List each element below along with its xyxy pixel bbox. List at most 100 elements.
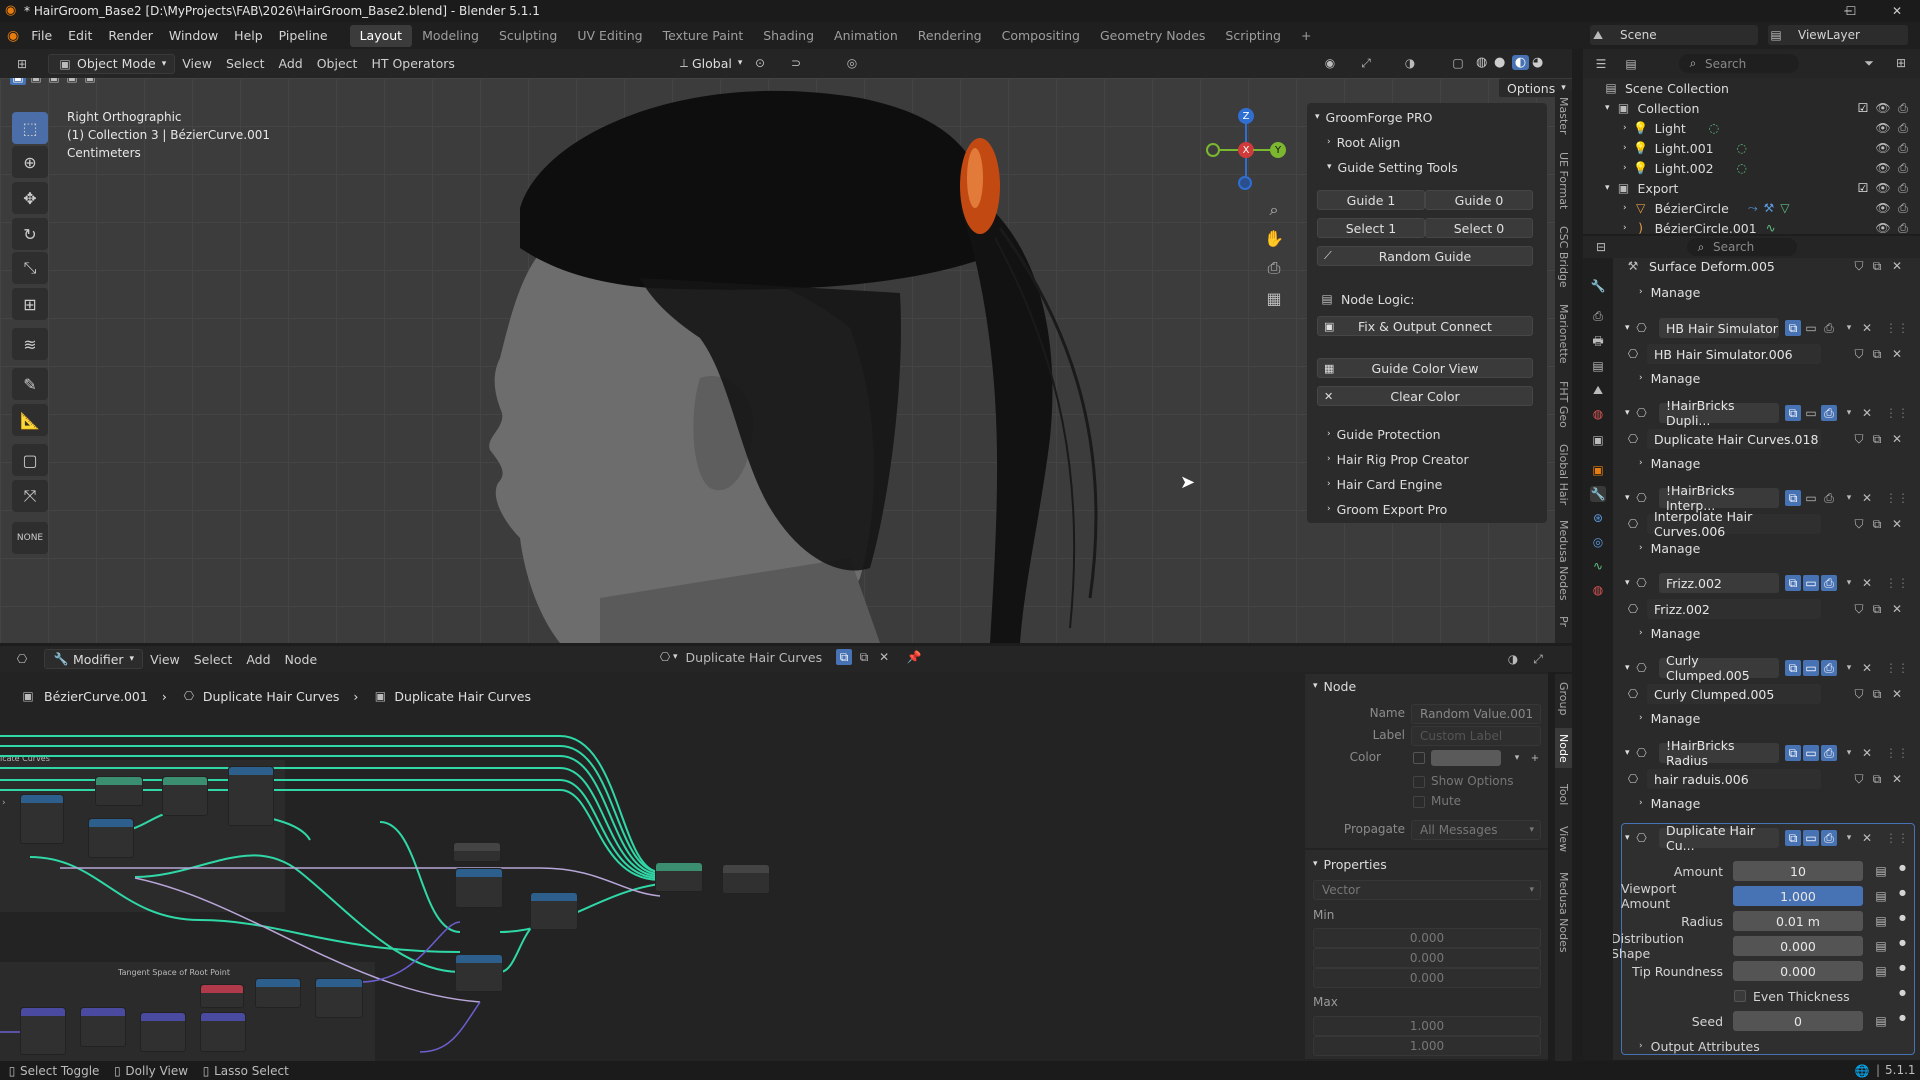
pan-hand-icon[interactable]: ✋: [1264, 229, 1284, 248]
menu-help[interactable]: Help: [226, 22, 271, 49]
render-icon[interactable]: ⎙: [1821, 575, 1837, 591]
unlink-x-icon[interactable]: ✕: [876, 649, 892, 665]
close-icon[interactable]: ✕: [1859, 405, 1875, 421]
node-name-field[interactable]: Random Value.001: [1411, 704, 1541, 724]
max-y-field[interactable]: 1.000: [1313, 1036, 1541, 1056]
tab-pr[interactable]: Pr: [1555, 610, 1572, 632]
attribute-toggle-icon[interactable]: ▤: [1873, 888, 1889, 904]
editor-type-icon[interactable]: ⊞: [14, 56, 30, 72]
node-group-input[interactable]: [453, 842, 501, 862]
modifier-name-field[interactable]: !HairBricks Radius: [1659, 738, 1779, 768]
node-set-position-2[interactable]: [455, 954, 503, 992]
copy-icon[interactable]: ⧉: [1869, 516, 1885, 532]
tab-sculpting[interactable]: Sculpting: [489, 25, 567, 47]
shield-icon[interactable]: ⛉: [1851, 516, 1867, 532]
edit-mode-icon[interactable]: ⧉: [1785, 830, 1801, 846]
close-icon[interactable]: ✕: [1889, 258, 1905, 274]
render-camera-icon[interactable]: ⎙: [1895, 120, 1911, 136]
eye-icon[interactable]: 👁: [1875, 120, 1891, 136]
tab-ue-format[interactable]: UE Format: [1555, 148, 1572, 214]
random-guide-button[interactable]: ⟋ Random Guide: [1317, 246, 1533, 266]
gizmo-y-axis[interactable]: Y: [1270, 142, 1286, 158]
hair-card-engine-section[interactable]: › Hair Card Engine: [1307, 474, 1547, 494]
viewport-display-icon[interactable]: ▭: [1803, 745, 1819, 761]
outliner-row-beziercircle[interactable]: › ▽ BézierCircle ⤳ ⚒ ▽ 👁 ⎙: [1583, 198, 1920, 218]
select-invert-icon[interactable]: ▣: [64, 78, 80, 85]
manage-section[interactable]: › Manage: [1639, 793, 1700, 813]
scene-selector[interactable]: ⛰ Scene: [1590, 25, 1758, 45]
param-radius-field[interactable]: 0.01 m: [1733, 911, 1863, 931]
edit-mode-icon[interactable]: ⧉: [1785, 660, 1801, 676]
select-extend-icon[interactable]: ▣: [28, 78, 44, 85]
drag-handle-icon[interactable]: ⋮⋮: [1885, 745, 1909, 761]
tab-marionette[interactable]: Marionette: [1555, 300, 1572, 368]
attribute-toggle-icon[interactable]: ▤: [1873, 863, 1889, 879]
guide-setting-tools-section[interactable]: ▾ Guide Setting Tools: [1307, 157, 1547, 177]
show-options-checkbox[interactable]: [1413, 776, 1425, 788]
manage-section[interactable]: › Manage: [1639, 368, 1700, 388]
viewlayer-selector[interactable]: ▤ ViewLayer: [1768, 25, 1908, 45]
select-0-button[interactable]: Select 0: [1425, 218, 1533, 238]
manage-section[interactable]: › Manage: [1639, 453, 1700, 473]
transform-gizmo-tool-icon[interactable]: ⤧: [12, 480, 48, 512]
shield-icon[interactable]: ⛉: [1851, 258, 1867, 274]
add-workspace-icon[interactable]: +: [1291, 25, 1321, 47]
edit-mode-icon[interactable]: ⧉: [1785, 745, 1801, 761]
world-tab-icon[interactable]: ◍: [1590, 406, 1606, 422]
chevron-down-icon[interactable]: ▾: [1625, 663, 1630, 673]
render-icon[interactable]: ⎙: [1821, 405, 1837, 421]
grid-ortho-icon[interactable]: ▦: [1266, 289, 1282, 308]
keyframe-dot-icon[interactable]: ●: [1899, 863, 1906, 872]
hair-tool-icon[interactable]: ≋: [12, 328, 48, 360]
tab-global-hair[interactable]: Global Hair: [1555, 440, 1572, 510]
tab-texture-paint[interactable]: Texture Paint: [653, 25, 754, 47]
eye-icon[interactable]: 👁: [1875, 160, 1891, 176]
properties-section-header[interactable]: ▾ Properties: [1313, 854, 1387, 874]
keyframe-dot-icon[interactable]: ●: [1899, 888, 1906, 897]
outliner-row-light-002[interactable]: › 💡 Light.002 ◌ 👁 ⎙: [1583, 158, 1920, 178]
outliner-row-collection[interactable]: ▾ ▣ Collection ☑ 👁 ⎙: [1583, 98, 1920, 118]
node-gizmo-icon[interactable]: ⤢: [1530, 651, 1546, 667]
render-icon[interactable]: ⎙: [1821, 490, 1837, 506]
node-group-field[interactable]: Duplicate Hair Curves.018: [1647, 429, 1821, 449]
close-icon[interactable]: ✕: [1889, 601, 1905, 617]
render-tab-icon[interactable]: ⎙: [1590, 308, 1606, 324]
manage-section[interactable]: › Manage: [1639, 708, 1700, 728]
select-new-icon[interactable]: ▣: [10, 78, 26, 85]
root-align-section[interactable]: › Root Align: [1307, 132, 1547, 152]
close-icon[interactable]: ✕: [1859, 745, 1875, 761]
proportional-edit-icon[interactable]: ◎: [844, 55, 860, 71]
gizmo-x-axis[interactable]: X: [1238, 142, 1254, 158]
view-layer-tab-icon[interactable]: ▤: [1590, 358, 1606, 374]
move-tool-icon[interactable]: ✥: [12, 182, 48, 214]
node-tree-selector[interactable]: ⎔ ▾ Duplicate Hair Curves ⧉ ⧉ ✕ 📌: [657, 649, 922, 665]
duplicate-icon[interactable]: ⧉: [856, 649, 872, 665]
chevron-down-icon[interactable]: ▾: [1841, 575, 1857, 591]
menu-edit[interactable]: Edit: [60, 22, 100, 49]
render-camera-icon[interactable]: ⎙: [1895, 100, 1911, 116]
menu-render[interactable]: Render: [100, 22, 161, 49]
display-mode-icon[interactable]: ▤: [1623, 56, 1639, 72]
object-tab-icon[interactable]: ▣: [1590, 462, 1606, 478]
close-icon[interactable]: ✕: [1889, 516, 1905, 532]
xray-icon[interactable]: ▢: [1450, 55, 1466, 71]
tab-compositing[interactable]: Compositing: [992, 25, 1090, 47]
modifier-name-field[interactable]: Curly Clumped.005: [1659, 653, 1779, 683]
data-tab-icon[interactable]: ∿: [1590, 558, 1606, 574]
chevron-down-icon[interactable]: ▾: [1841, 490, 1857, 506]
fake-user-icon[interactable]: ⧉: [836, 649, 853, 665]
menu-file[interactable]: File: [23, 22, 60, 49]
viewport-display-icon[interactable]: ▭: [1803, 575, 1819, 591]
tab-node[interactable]: Node: [1555, 728, 1572, 768]
keyframe-dot-icon[interactable]: ●: [1899, 913, 1906, 922]
shading-wireframe-icon[interactable]: ◍: [1476, 55, 1487, 70]
node-curve-tangent[interactable]: [200, 984, 244, 1008]
properties-type-icon[interactable]: ⊟: [1593, 239, 1609, 255]
tab-scripting[interactable]: Scripting: [1215, 25, 1291, 47]
edit-mode-icon[interactable]: ⧉: [1785, 490, 1801, 506]
modifier-tab-icon[interactable]: 🔧: [1590, 486, 1606, 502]
close-icon[interactable]: ✕: [1889, 771, 1905, 787]
node-group-field[interactable]: HB Hair Simulator.006: [1647, 344, 1821, 364]
attribute-toggle-icon[interactable]: ▤: [1873, 1013, 1889, 1029]
propagate-dropdown[interactable]: All Messages ▾: [1411, 820, 1541, 840]
